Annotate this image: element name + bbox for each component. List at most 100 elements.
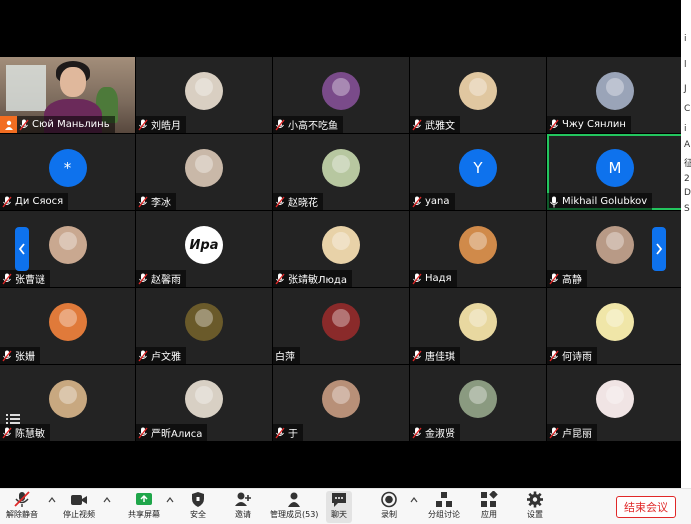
side-panel-edge: ilJCiA征2DS: [681, 0, 691, 488]
participant-tile[interactable]: 金淑贤: [410, 365, 546, 441]
participant-name-tag: 张姗: [0, 347, 40, 364]
end-meeting-button[interactable]: 结束会议: [616, 496, 676, 518]
caret-up-icon[interactable]: [48, 497, 56, 503]
video-gallery: Сюй Маньлинь 刘皓月 小高不吃鱼 武雅文 Чжу Сянлин * Ди Сяо…: [0, 0, 681, 488]
microphone-muted-icon: [275, 273, 285, 284]
panel-glyph: D: [684, 188, 691, 198]
microphone-muted-icon: [2, 427, 12, 438]
participant-tile[interactable]: 小高不吃鱼: [273, 57, 409, 133]
participant-name: 金淑贤: [425, 429, 455, 440]
participant-name-tag: 白萍: [273, 347, 300, 364]
participant-name: 赵馨雨: [151, 275, 181, 286]
apps-icon: [481, 491, 498, 507]
avatar-photo: [185, 149, 223, 187]
participant-tile[interactable]: Yyana: [410, 134, 546, 210]
participant-name: 于: [288, 429, 298, 440]
participant-tile[interactable]: 唐佳琪: [410, 288, 546, 364]
microphone-muted-icon: [412, 427, 422, 438]
avatar-photo: [596, 303, 634, 341]
avatar-photo: [322, 149, 360, 187]
participant-name: Ди Сяося: [15, 196, 64, 207]
security-button[interactable]: 安全: [189, 491, 207, 523]
microphone-muted-icon: [2, 350, 12, 361]
breakout-rooms-button[interactable]: 分组讨论: [428, 491, 460, 523]
previous-page-button[interactable]: [15, 227, 29, 271]
participant-tile[interactable]: Надя: [410, 211, 546, 287]
list-icon[interactable]: [6, 412, 20, 426]
participant-tile[interactable]: 严昕Алиса: [136, 365, 272, 441]
participants-icon: [288, 492, 301, 507]
participant-tile[interactable]: 李冰: [136, 134, 272, 210]
settings-button[interactable]: 设置: [526, 491, 544, 523]
record-button[interactable]: 录制: [380, 491, 398, 523]
apps-button[interactable]: 应用: [480, 491, 498, 523]
microphone-muted-icon: [412, 196, 422, 207]
record-label: 录制: [381, 510, 397, 519]
security-label: 安全: [190, 510, 206, 519]
microphone-muted-icon: [2, 273, 12, 284]
gear-icon: [527, 491, 543, 508]
participant-name-tag: 刘皓月: [136, 116, 186, 133]
participant-name-tag: Надя: [410, 270, 457, 287]
share-screen-button[interactable]: 共享屏幕: [128, 491, 160, 523]
avatar-photo: [322, 226, 360, 264]
participant-name: 陈慧敏: [15, 429, 45, 440]
participant-name: 严昕Алиса: [151, 429, 203, 440]
avatar-photo: [322, 72, 360, 110]
participant-tile[interactable]: 卢文雅: [136, 288, 272, 364]
participant-tile[interactable]: 武雅文: [410, 57, 546, 133]
participant-name-tag: 卢昆丽: [547, 424, 597, 441]
panel-glyph: A: [684, 140, 691, 150]
chevron-left-icon: [18, 243, 25, 255]
caret-up-icon[interactable]: [103, 497, 111, 503]
microphone-muted-icon: [412, 350, 422, 361]
invite-button[interactable]: 邀请: [234, 491, 252, 523]
participant-tile[interactable]: 陈慧敏: [0, 365, 135, 441]
participant-tile[interactable]: 刘皓月: [136, 57, 272, 133]
participant-tile[interactable]: 白萍: [273, 288, 409, 364]
next-page-button[interactable]: [652, 227, 666, 271]
participant-tile[interactable]: * Ди Сяося: [0, 134, 135, 210]
microphone-muted-icon: [138, 273, 148, 284]
caret-up-icon[interactable]: [410, 497, 418, 503]
microphone-muted-icon: [549, 427, 559, 438]
participant-tile[interactable]: 张靖敏Люда: [273, 211, 409, 287]
participant-tile[interactable]: 赵晓花: [273, 134, 409, 210]
microphone-muted-icon: [549, 119, 559, 130]
participant-tile[interactable]: 卢昆丽: [547, 365, 681, 441]
chat-label: 聊天: [331, 510, 347, 519]
participant-name-tag: yana: [410, 193, 455, 210]
participant-name-tag: 张靖敏Люда: [273, 270, 352, 287]
microphone-muted-icon: [138, 350, 148, 361]
avatar-photo: [48, 380, 87, 418]
participant-name: 张曹谜: [15, 275, 45, 286]
chevron-right-icon: [656, 243, 663, 255]
participant-tile[interactable]: Сюй Маньлинь: [0, 57, 135, 133]
panel-glyph: S: [684, 204, 690, 214]
participant-tile[interactable]: Ира 赵馨雨: [136, 211, 272, 287]
cam-window: [6, 65, 46, 111]
participant-tile[interactable]: 于: [273, 365, 409, 441]
panel-glyph: l: [684, 60, 687, 70]
participant-tile[interactable]: 何诗雨: [547, 288, 681, 364]
participant-name: 卢文雅: [151, 352, 181, 363]
chat-button[interactable]: 聊天: [326, 491, 352, 523]
participant-tile[interactable]: 张姗: [0, 288, 135, 364]
participant-tile[interactable]: Чжу Сянлин: [547, 57, 681, 133]
microphone-muted-icon: [138, 119, 148, 130]
participant-name: 刘皓月: [151, 121, 181, 132]
participant-name-tag: 张曹谜: [0, 270, 50, 287]
participant-name-tag: 于: [273, 424, 303, 441]
unmute-button[interactable]: 解除静音: [6, 491, 38, 523]
chat-bubble-icon: [332, 493, 346, 507]
caret-up-icon[interactable]: [166, 497, 174, 503]
participant-name-tag: 卢文雅: [136, 347, 186, 364]
participant-tile[interactable]: M Mikhail Golubkov: [547, 134, 681, 210]
stop-video-button[interactable]: 停止视频: [63, 491, 95, 523]
avatar-text: Ира: [185, 226, 223, 264]
participant-name-tag: 李冰: [136, 193, 176, 210]
microphone-muted-icon: [549, 273, 559, 284]
microphone-muted-icon: [412, 119, 422, 130]
avatar-initial: M: [596, 149, 634, 187]
participants-button[interactable]: 管理成员(53): [270, 491, 318, 523]
